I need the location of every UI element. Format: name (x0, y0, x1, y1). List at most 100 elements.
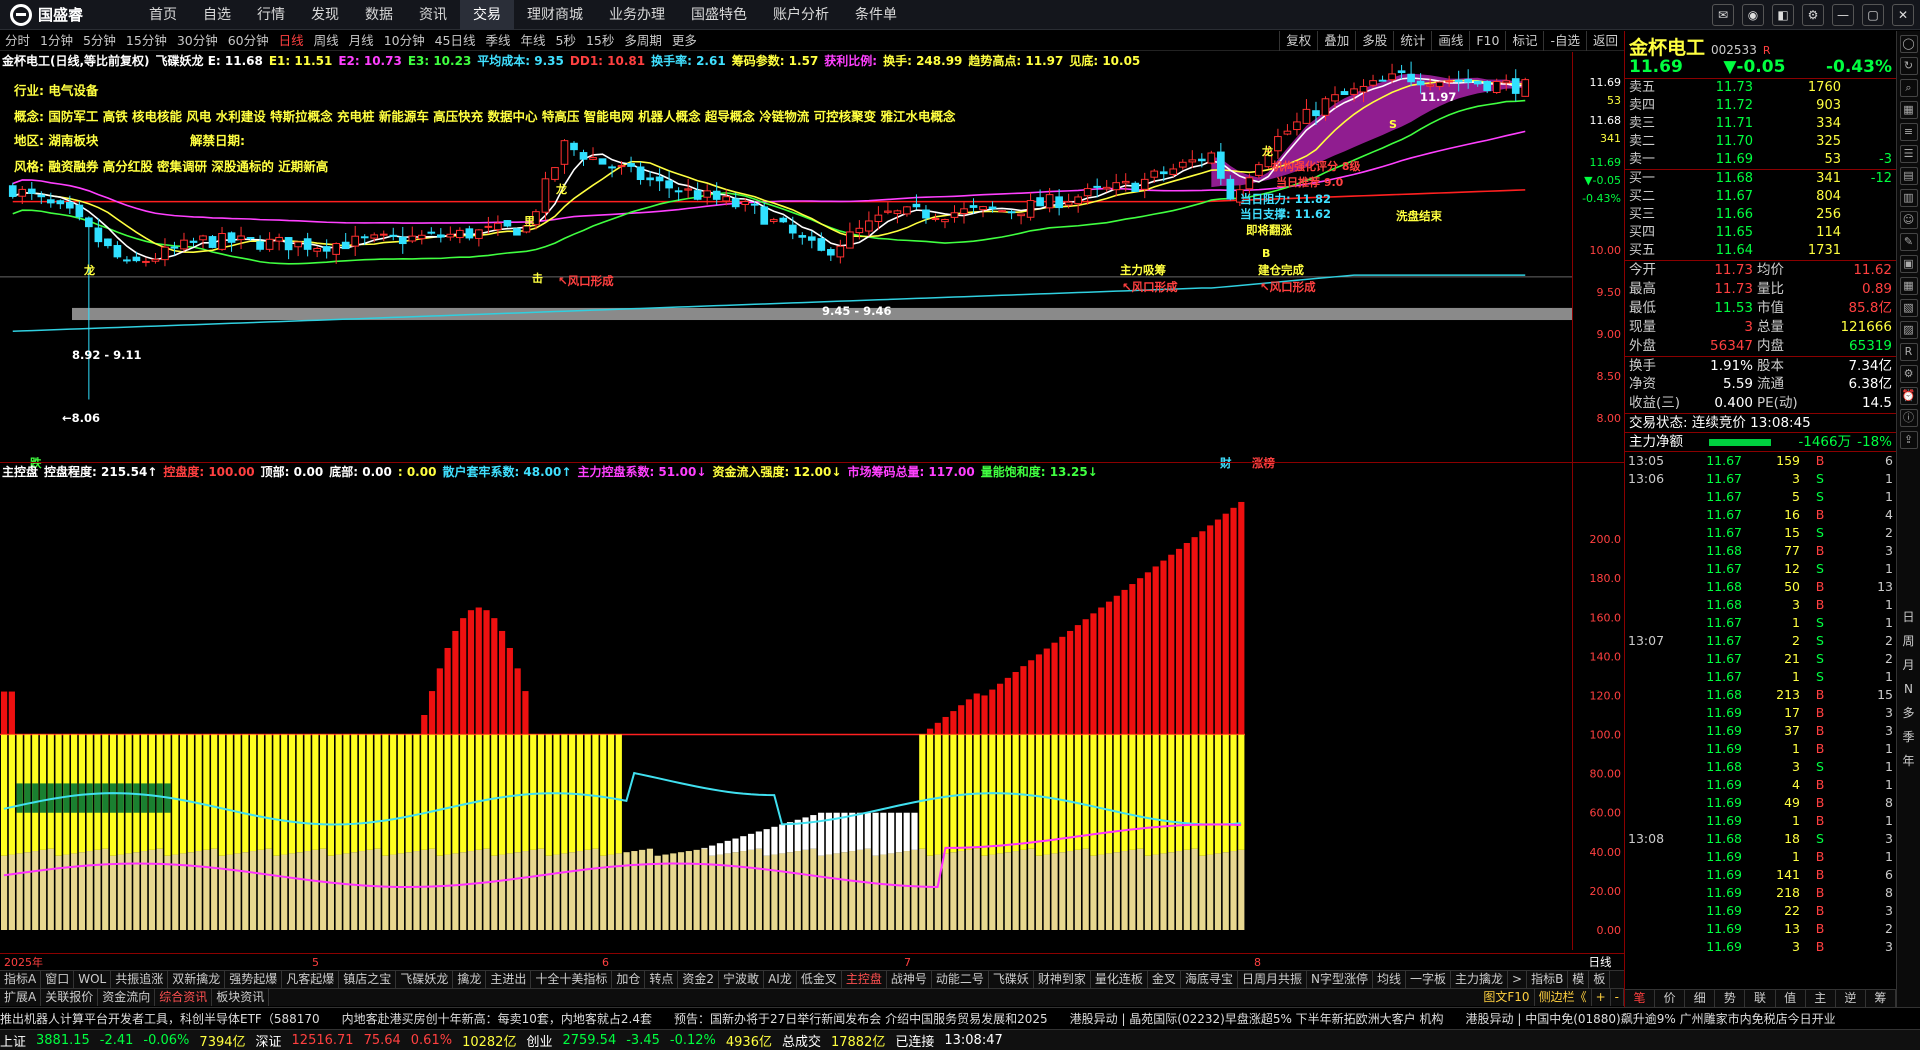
candle[interactable] (104, 238, 112, 249)
candle[interactable] (846, 222, 854, 249)
skin-icon[interactable]: ◧ (1772, 4, 1794, 26)
candle[interactable] (398, 226, 407, 254)
candle[interactable] (1302, 99, 1311, 124)
candle[interactable] (237, 226, 245, 249)
close-icon[interactable]: ✕ (1892, 4, 1914, 26)
candle[interactable] (1007, 209, 1016, 220)
chart-tool-button[interactable]: 叠加 (1317, 31, 1355, 51)
news-item[interactable]: 预告：国新办将于27日举行新闻发布会 介绍中国服务贸易发展和2025 (674, 1010, 1048, 1027)
quote-bottom-tab[interactable]: 筹 (1866, 990, 1896, 1007)
candle[interactable] (1521, 77, 1530, 97)
candle[interactable] (265, 232, 274, 252)
indicator-tab[interactable]: 转点 (645, 971, 679, 988)
candle[interactable] (551, 166, 559, 182)
candle[interactable] (1274, 128, 1282, 159)
candle[interactable] (903, 206, 911, 217)
layers-icon[interactable]: ≡ (1899, 123, 1918, 141)
grid-icon[interactable]: ▦ (1899, 101, 1918, 119)
period-tab[interactable]: 周线 (309, 31, 344, 51)
candle[interactable] (123, 256, 131, 264)
indicator-tab[interactable]: 海底寻宝 (1181, 971, 1238, 988)
period-tab[interactable]: 1分钟 (35, 31, 78, 51)
candle[interactable] (408, 226, 417, 244)
news-item[interactable]: 港股异动 | 晶苑国际(02232)早盘涨超5% 下半年新拓欧洲大客户 机构 (1070, 1010, 1444, 1027)
candle[interactable] (446, 226, 455, 241)
indicator-tab[interactable]: AI龙 (764, 971, 797, 988)
indicator-tab[interactable]: 量化连板 (1091, 971, 1148, 988)
indicator-tab[interactable]: 共振追涨 (111, 971, 169, 988)
candle[interactable] (294, 241, 302, 257)
indicator-tab[interactable]: 指标B (1527, 971, 1569, 988)
period-tab[interactable]: 5秒 (551, 31, 581, 51)
chart-tool-button[interactable]: F10 (1469, 31, 1505, 51)
menu-item[interactable]: 行情 (244, 0, 298, 30)
candle[interactable] (646, 171, 654, 187)
candle[interactable] (427, 227, 436, 235)
candle[interactable] (322, 239, 331, 259)
minimize-icon[interactable]: — (1832, 4, 1854, 26)
sidebar-period-button[interactable]: 多 (1902, 703, 1914, 723)
menu-item[interactable]: 理财商城 (514, 0, 596, 30)
quote-bottom-tab[interactable]: 主 (1806, 990, 1836, 1007)
candle[interactable] (142, 257, 150, 267)
indicator-tab[interactable]: WOL (74, 971, 112, 988)
period-tab[interactable]: 45日线 (430, 31, 481, 51)
indicator-tab[interactable]: 模 (1568, 971, 1590, 988)
settings-icon[interactable]: ⚙ (1802, 4, 1824, 26)
candle[interactable] (275, 233, 283, 251)
tab-right-control[interactable]: - (1611, 989, 1624, 1006)
candle[interactable] (1340, 88, 1349, 95)
chart-tool-button[interactable]: 多股 (1355, 31, 1393, 51)
menu-item[interactable]: 首页 (136, 0, 190, 30)
sidebar-period-button[interactable]: 年 (1902, 751, 1914, 771)
extension-tab[interactable]: 综合资讯 (155, 989, 213, 1006)
tick-list[interactable]: 13:05 11.67 159 B 6 13:06 11.67 3 S 1 11.67 5 S 1 11.6… (1625, 451, 1896, 956)
quote-bottom-tab[interactable]: 细 (1685, 990, 1716, 1007)
candle[interactable] (579, 149, 588, 166)
indicator-tab[interactable]: 低金叉 (797, 971, 842, 988)
candle[interactable] (865, 211, 873, 237)
period-tab[interactable]: 季线 (481, 31, 516, 51)
news-ticker[interactable]: 推出机器人计算平台开发者工具，科创半导体ETF（588170 内地客赴港买房创十年… (0, 1007, 1920, 1029)
candle[interactable] (1217, 142, 1225, 185)
chart-tool-button[interactable]: 标记 (1505, 31, 1543, 51)
candle[interactable] (256, 235, 264, 252)
list-icon[interactable]: ☰ (1899, 145, 1918, 163)
period-tab[interactable]: 5分钟 (78, 31, 121, 51)
candle[interactable] (513, 227, 521, 236)
candle[interactable] (884, 202, 892, 215)
message-icon[interactable]: ✉ (1712, 4, 1734, 26)
sidebar-period-button[interactable]: 周 (1902, 631, 1914, 651)
candle[interactable] (836, 239, 845, 264)
refresh-icon[interactable]: ↻ (1899, 57, 1918, 75)
doc-icon[interactable]: ▨ (1899, 321, 1918, 339)
quote-bottom-tab[interactable]: 值 (1776, 990, 1806, 1007)
indicator-tab[interactable]: 强势起爆 (225, 971, 283, 988)
candle[interactable] (1055, 189, 1063, 216)
candle[interactable] (1178, 159, 1187, 170)
candle[interactable] (1369, 74, 1377, 88)
candle[interactable] (1074, 194, 1082, 213)
indicator-tab[interactable]: 指标A (0, 971, 42, 988)
rsi-icon[interactable]: R (1899, 343, 1918, 361)
candle[interactable] (1511, 69, 1520, 102)
chat-icon[interactable]: ◯ (1899, 35, 1918, 53)
chart-tool-button[interactable]: 返回 (1585, 31, 1624, 51)
tab-right-control[interactable]: 图文F10 (1479, 989, 1535, 1006)
candle[interactable] (1188, 150, 1197, 168)
indicator-tab[interactable]: 财神到家 (1034, 971, 1091, 988)
candle[interactable] (8, 182, 17, 199)
indicator-tab[interactable]: 主力擒龙 (1451, 971, 1508, 988)
candle[interactable] (436, 228, 445, 243)
candle[interactable] (113, 241, 122, 259)
indicator-tab[interactable]: 凡客起爆 (282, 971, 340, 988)
candle[interactable] (1207, 150, 1216, 165)
tab-right-control[interactable]: 侧边栏《 (1535, 989, 1592, 1006)
candle[interactable] (1131, 181, 1140, 192)
chat-icon[interactable]: ◉ (1742, 4, 1764, 26)
indicator-tab[interactable]: 动能二号 (932, 971, 989, 988)
candle[interactable] (189, 237, 198, 247)
sidebar-period-button[interactable]: 日 (1902, 607, 1914, 627)
candle[interactable] (1026, 192, 1035, 221)
quote-bottom-tab[interactable]: 笔 (1625, 990, 1656, 1007)
